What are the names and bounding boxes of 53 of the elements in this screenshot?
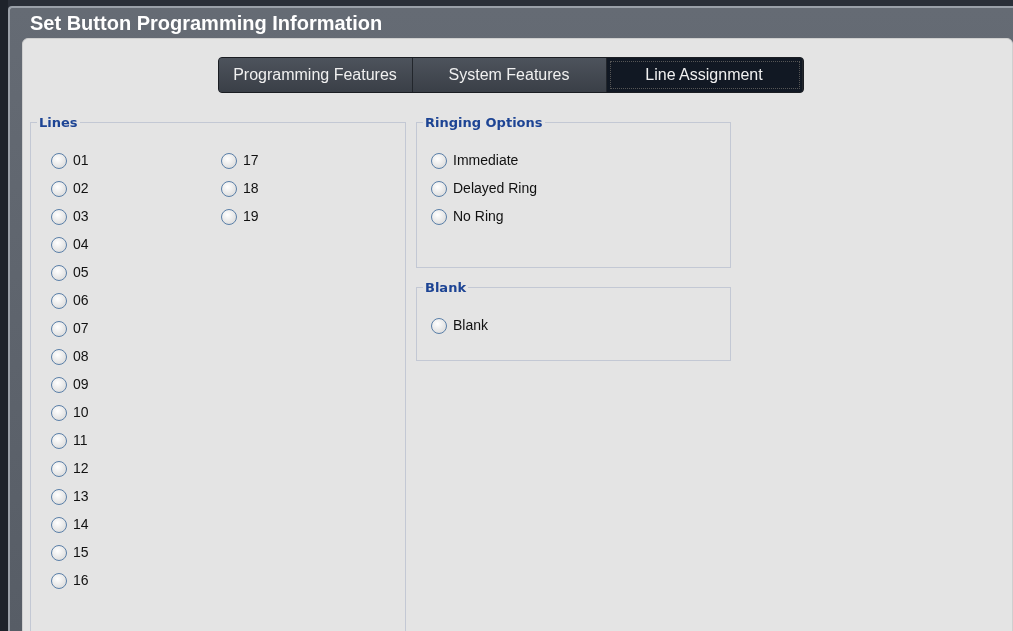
radio-option[interactable]: 05 bbox=[51, 258, 89, 287]
radio-button[interactable] bbox=[51, 516, 67, 533]
tab[interactable]: Line Assignment bbox=[606, 58, 803, 92]
window-title: Set Button Programming Information bbox=[29, 11, 384, 36]
radio-button[interactable] bbox=[431, 152, 447, 169]
radio-button[interactable] bbox=[51, 292, 67, 309]
radio-button[interactable] bbox=[51, 376, 67, 393]
radio-option[interactable]: 12 bbox=[51, 454, 89, 483]
radio-button[interactable] bbox=[431, 208, 447, 225]
radio-button[interactable] bbox=[51, 320, 67, 337]
radio-option[interactable]: Delayed Ring bbox=[431, 174, 538, 203]
radio-button[interactable] bbox=[51, 264, 67, 281]
radio-button[interactable] bbox=[51, 432, 67, 449]
radio-option[interactable]: 01 bbox=[51, 146, 89, 175]
radio-button[interactable] bbox=[51, 152, 67, 169]
radio-button[interactable] bbox=[51, 488, 67, 505]
radio-button[interactable] bbox=[51, 208, 67, 225]
tab[interactable]: Programming Features bbox=[218, 58, 413, 92]
radio-option[interactable]: 14 bbox=[51, 510, 89, 539]
radio-button[interactable] bbox=[51, 544, 67, 561]
radio-button[interactable] bbox=[51, 460, 67, 477]
tab[interactable]: System Features bbox=[412, 58, 607, 92]
radio-option[interactable]: 07 bbox=[51, 314, 89, 343]
radio-button[interactable] bbox=[51, 348, 67, 365]
radio-button[interactable] bbox=[51, 180, 67, 197]
radio-button[interactable] bbox=[51, 236, 67, 253]
radio-option[interactable]: 18 bbox=[221, 174, 259, 203]
radio-option[interactable]: 10 bbox=[51, 398, 89, 427]
radio-option[interactable]: 19 bbox=[221, 202, 259, 231]
radio-option[interactable]: 03 bbox=[51, 202, 89, 231]
radio-button[interactable] bbox=[431, 317, 447, 334]
radio-option[interactable]: 13 bbox=[51, 482, 89, 511]
radio-option[interactable]: No Ring bbox=[431, 202, 504, 231]
group-title: Blank bbox=[424, 279, 468, 297]
radio-option[interactable]: 16 bbox=[51, 566, 89, 595]
radio-option[interactable]: 06 bbox=[51, 286, 89, 315]
group-title: Lines bbox=[38, 114, 79, 132]
radio-button[interactable] bbox=[51, 572, 67, 589]
radio-option[interactable]: 02 bbox=[51, 174, 89, 203]
radio-button[interactable] bbox=[221, 208, 237, 225]
radio-button[interactable] bbox=[221, 152, 237, 169]
group-title: Ringing Options bbox=[424, 114, 544, 132]
radio-option[interactable]: Blank bbox=[431, 311, 489, 340]
radio-option[interactable]: 04 bbox=[51, 230, 89, 259]
radio-option[interactable]: 08 bbox=[51, 342, 89, 371]
radio-option[interactable]: 11 bbox=[51, 426, 88, 455]
radio-option[interactable]: 15 bbox=[51, 538, 89, 567]
radio-option[interactable]: 09 bbox=[51, 370, 89, 399]
radio-button[interactable] bbox=[51, 404, 67, 421]
radio-button[interactable] bbox=[221, 180, 237, 197]
radio-option[interactable]: Immediate bbox=[431, 146, 519, 175]
radio-option[interactable]: 17 bbox=[221, 146, 259, 175]
radio-button[interactable] bbox=[431, 180, 447, 197]
